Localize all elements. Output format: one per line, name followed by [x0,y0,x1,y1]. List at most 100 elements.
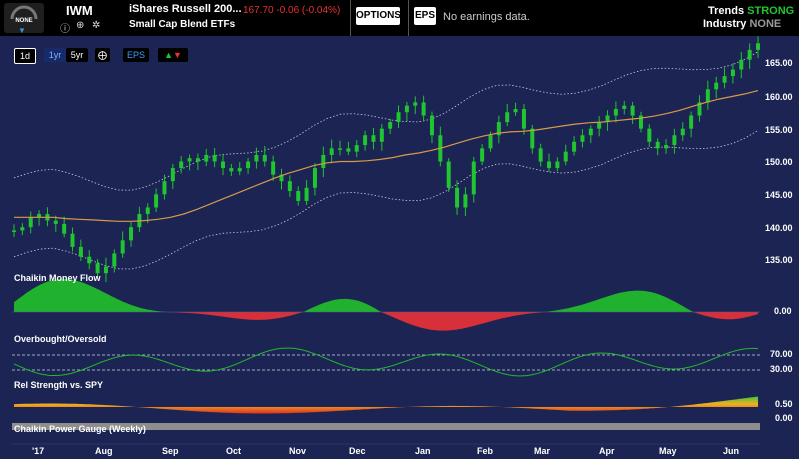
x-tick-label: Mar [534,446,551,456]
money-flow-positive [14,279,758,312]
candle-body [547,161,552,169]
candle-body [379,128,384,142]
candle-body [513,108,518,113]
candle-body [463,194,468,208]
candle-body [739,59,744,70]
bollinger-band-line [13,130,759,270]
candle-body [296,191,301,201]
x-tick-label: Oct [226,446,242,456]
candle-body [329,148,334,155]
candle-body [722,76,727,83]
candle-body [371,135,376,142]
x-tick-label: Jan [415,446,431,456]
candle-body [179,161,184,169]
x-tick-label: Dec [349,446,366,456]
candle-body [664,145,669,149]
candle-body [647,128,652,142]
candle-body [747,49,752,60]
candle-body [120,240,125,254]
candle-body [572,141,577,152]
candle-body [555,161,560,169]
candle-body [187,158,192,162]
price-candles [12,36,760,283]
candle-body [689,115,694,129]
candle-body [103,266,108,274]
money-flow-tick: 0.00 [774,306,792,316]
candle-body [388,122,393,129]
money-flow-label: Chaikin Money Flow [14,273,101,283]
candle-body [237,168,242,172]
overbought-label: Overbought/Oversold [14,334,107,344]
candle-body [154,194,159,208]
candle-body [112,253,117,267]
y-tick-label: 165.00 [765,58,793,68]
money-flow-negative [14,312,758,331]
candle-body [421,102,426,116]
candle-body [413,102,418,106]
candle-body [429,115,434,136]
candle-body [471,161,476,195]
candle-body [455,187,460,208]
y-tick-label: 160.00 [765,92,793,102]
candle-body [70,233,75,247]
candle-body [312,168,317,188]
price-chart [12,36,760,445]
candle-body [655,141,660,149]
candle-body [622,105,627,109]
candle-body [287,181,292,192]
y-tick-label: 140.00 [765,223,793,233]
candle-body [262,154,267,162]
candle-body [204,154,209,162]
candle-body [756,43,760,50]
candle-body [87,256,92,264]
relative-strength-area [14,396,758,414]
candle-body [346,148,351,152]
candle-body [521,108,526,129]
candle-body [597,122,602,129]
y-tick-label: 135.00 [765,255,793,265]
overbought-tick: 70.00 [770,349,793,359]
candle-body [254,154,259,162]
moving-average-line [14,90,759,222]
y-tick-label: 155.00 [765,125,793,135]
bollinger-band-line [13,51,759,191]
x-tick-label: Nov [289,446,307,456]
power-gauge-label: Chaikin Power Gauge (Weekly) [14,424,146,434]
candle-body [95,263,100,274]
candle-body [338,148,343,150]
candle-body [321,154,326,169]
candle-body [480,148,485,162]
rel-strength-tick: 0.00 [775,413,793,423]
candle-body [246,161,251,169]
bollinger-bands [13,51,759,270]
candle-body [705,89,710,103]
candle-body [396,112,401,123]
y-tick-label: 150.00 [765,157,793,167]
overbought-oscillator-line [13,347,759,377]
oversold-tick: 30.00 [770,364,793,374]
x-tick-label: Jun [723,446,740,456]
candle-body [271,161,276,175]
candle-body [78,246,83,257]
candle-body [62,223,67,234]
x-tick-label: May [659,446,677,456]
candle-body [304,187,309,201]
candle-body [53,220,58,224]
candle-body [538,148,543,162]
candle-body [563,151,568,162]
candle-body [580,135,585,142]
y-tick-label: 145.00 [765,190,793,200]
candle-body [12,230,16,232]
candle-body [730,69,735,77]
candle-body [613,108,618,116]
x-tick-label: Apr [599,446,615,456]
x-tick-label: Feb [477,446,494,456]
candle-body [505,112,510,123]
rel-strength-tick: 0.50 [775,399,793,409]
x-tick-label: '17 [32,446,45,456]
candle-body [229,168,234,172]
candle-body [446,161,451,188]
candle-body [220,161,225,169]
candle-body [162,181,167,195]
candle-body [630,105,635,116]
